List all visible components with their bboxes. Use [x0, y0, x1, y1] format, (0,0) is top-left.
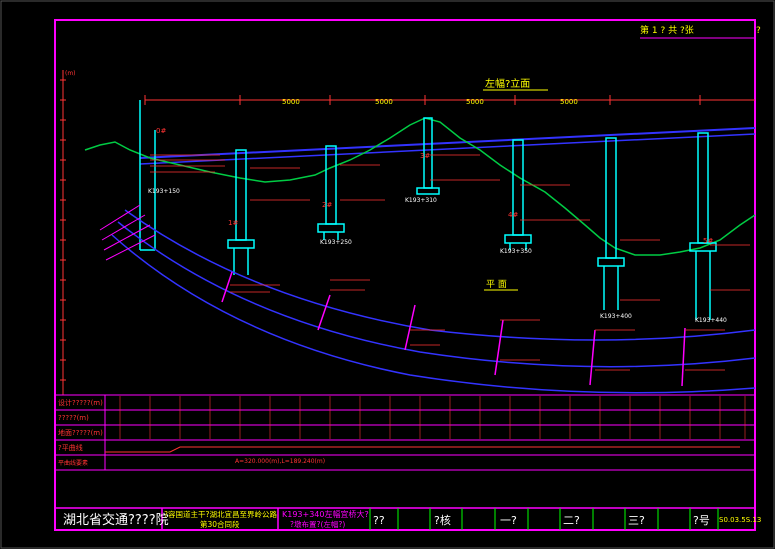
- bridge-deck-top: [139, 127, 756, 159]
- left-abutment: [139, 100, 156, 251]
- sheet-label: 第 1 ? 共 ?张: [640, 24, 694, 36]
- pier-6: [689, 132, 717, 320]
- plan-title: 平 面: [486, 279, 507, 290]
- drawing-frame: [54, 19, 756, 531]
- pier-2: [317, 145, 345, 240]
- span-label: 5000: [466, 98, 484, 106]
- curve-note: A=320.000(m),L=189.240(m): [235, 458, 325, 465]
- annotation-leaders: [150, 154, 750, 301]
- station-label: K193+440: [695, 317, 727, 324]
- elevation-unit: (m): [65, 70, 76, 77]
- title-block-cells: [369, 508, 719, 530]
- bridge-line-1: K193+340左幅宜桥大?: [282, 509, 369, 519]
- title-cell: 三?: [628, 514, 645, 527]
- table-row-label: ?????(m): [58, 414, 89, 422]
- sheet-corner-mark: ?: [756, 26, 761, 36]
- pier-label: 0#: [156, 127, 166, 135]
- table-row-label: 地面?????(m): [58, 428, 103, 437]
- org-name: 湖北省交通????院: [63, 512, 169, 528]
- curve-indicator: [105, 446, 740, 453]
- table-row-label: ?平曲线: [58, 443, 83, 452]
- station-label: K193+150: [148, 188, 180, 195]
- bridge-deck-bottom: [139, 133, 756, 165]
- abutment-hatch: [99, 204, 156, 261]
- project-line-2: 第30合同段: [200, 519, 240, 529]
- table-row-label: 设计?????(m): [58, 398, 103, 407]
- outer-frame: [0, 0, 775, 549]
- pier-5: [597, 137, 625, 310]
- drawing-number: S0.03.5S.13: [719, 516, 761, 524]
- station-label: K193+250: [320, 239, 352, 246]
- title-cell: ?号: [693, 514, 710, 527]
- table-value-ticks: [119, 396, 746, 439]
- pier-1: [227, 149, 255, 275]
- station-label: K193+400: [600, 313, 632, 320]
- station-label: K193+310: [405, 197, 437, 204]
- station-label: K193+350: [500, 248, 532, 255]
- title-cell: 二?: [563, 514, 580, 527]
- pier-label: 3#: [420, 152, 430, 160]
- project-line-1: ?容国道主干?湖北宜昌至界岭公路: [164, 509, 277, 519]
- plan-annotation-leaders: [230, 279, 725, 371]
- plan-alignment: [111, 209, 756, 394]
- span-label: 5000: [560, 98, 578, 106]
- profile-table: [55, 394, 755, 471]
- pier-label: 1#: [228, 219, 238, 227]
- pier-label: 5#: [703, 237, 713, 245]
- bridge-line-2: ?墩布置?(左幅?): [290, 519, 345, 529]
- pier-4: [504, 139, 532, 250]
- title-cell: ?核: [434, 513, 451, 527]
- elevation-title: 左幅?立面: [485, 77, 530, 90]
- pier-label: 2#: [322, 201, 332, 209]
- span-label: 5000: [282, 98, 300, 106]
- pier-label: 4#: [508, 211, 518, 219]
- bridge-drawing: 左幅?立面 5000 5000 5000 5000 (m) 0# 1# 2# 3…: [0, 0, 775, 549]
- title-cell: ??: [373, 514, 385, 527]
- span-label: 5000: [375, 98, 393, 106]
- plan-pier-sections: [221, 271, 686, 387]
- title-cell: 一?: [500, 514, 517, 527]
- table-row-label: 平曲线要素: [58, 459, 88, 467]
